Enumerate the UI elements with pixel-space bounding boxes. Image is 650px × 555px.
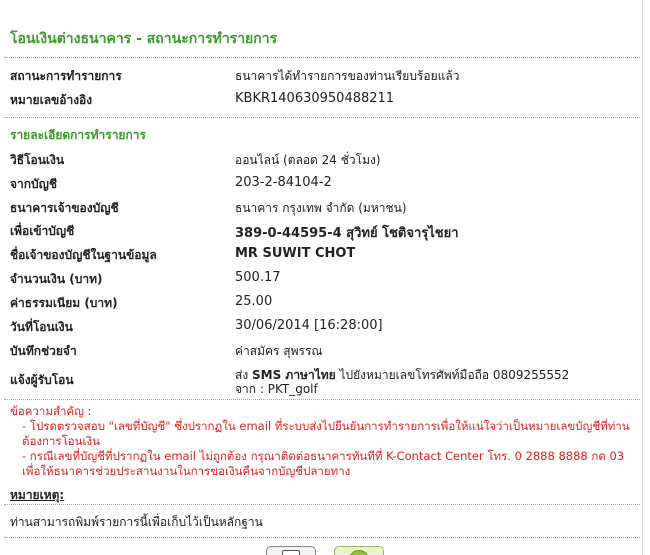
reference-row: หมายเลขอ้างอิง KBKR140630950488211: [10, 91, 640, 111]
detail-row-memo: บันทึกช่วยจำ ค่าสมัคร สุพรรณ: [10, 342, 640, 362]
notice-item-text: - โปรดตรวจสอบ "เลขที่บัญชี" ซึ่งปรากฏใน …: [22, 419, 630, 448]
status-value: ธนาคารได้ทำรายการของท่านเรียบร้อยแล้ว: [235, 69, 460, 83]
detail-label: ค่าธรรมเนียม (บาท): [10, 296, 118, 310]
notify-line-2: จาก : PKT_golf: [235, 382, 318, 396]
detail-row-fee: ค่าธรรมเนียม (บาท) 25.00: [10, 294, 640, 314]
detail-row-notify: แจ้งผู้รับโอน ส่ง SMS ภาษาไทย ไปยังหมายเ…: [10, 366, 640, 396]
detail-row-to-account: เพื่อเข้าบัญชี 389-0-44595-4 สุวิทย์ โชต…: [10, 222, 640, 242]
status-label: สถานะการทำรายการ: [10, 69, 122, 83]
reference-label: หมายเลขอ้างอิง: [10, 93, 93, 107]
divider: [4, 57, 640, 58]
detail-label: ธนาคารเจ้าของบัญชี: [10, 201, 119, 215]
detail-value: 500.17: [235, 270, 281, 285]
divider: [4, 504, 640, 505]
detail-label: ชื่อเจ้าของบัญชีในฐานข้อมูล: [10, 248, 157, 262]
notice-item-text: - กรณีเลขที่บัญชีที่ปรากฏใน email ไม่ถูก…: [22, 449, 625, 478]
notify-phone: ไปยังหมายเลขโทรศัพท์มือถือ 0809255552: [335, 368, 570, 382]
detail-row-from-account: จากบัญชี 203-2-84104-2: [10, 175, 640, 195]
detail-row-amount: จำนวนเงิน (บาท) 500.17: [10, 270, 640, 290]
remark-title: หมายเหตุ:: [10, 488, 65, 502]
detail-value: 25.00: [235, 294, 273, 309]
divider: [4, 399, 640, 400]
detail-value: ธนาคาร กรุงเทพ จำกัด (มหาชน): [235, 201, 407, 215]
notice-title: ข้อความสำคัญ :: [10, 404, 92, 418]
confirm-button[interactable]: [334, 546, 384, 555]
detail-label: บันทึกช่วยจำ: [10, 344, 77, 358]
page-title: โอนเงินต่างธนาคาร - สถานะการทำรายการ: [10, 31, 278, 47]
detail-label: แจ้งผู้รับโอน: [10, 373, 74, 387]
detail-row-date: วันที่โอนเงิน 30/06/2014 [16:28:00]: [10, 318, 640, 338]
divider: [4, 117, 640, 118]
detail-value: ค่าสมัคร สุพรรณ: [235, 344, 323, 358]
detail-value: 30/06/2014 [16:28:00]: [235, 318, 383, 333]
detail-label: วิธีโอนเงิน: [10, 153, 65, 167]
important-notice: ข้อความสำคัญ : - โปรดตรวจสอบ "เลขที่บัญช…: [10, 404, 638, 479]
remark-text: ท่านสามารถพิมพ์รายการนี้เพื่อเก็บไว้เป็น…: [10, 515, 263, 529]
detail-label: จำนวนเงิน (บาท): [10, 272, 103, 286]
detail-value: 389-0-44595-4 สุวิทย์ โชติจารุไชยา: [235, 226, 459, 241]
detail-label: วันที่โอนเงิน: [10, 320, 73, 334]
reference-value: KBKR140630950488211: [235, 91, 395, 106]
divider: [4, 537, 640, 538]
detail-row-account-owner: ชื่อเจ้าของบัญชีในฐานข้อมูล MR SUWIT CHO…: [10, 246, 640, 266]
notice-item: - โปรดตรวจสอบ "เลขที่บัญชี" ซึ่งปรากฏใน …: [10, 419, 638, 449]
detail-row-method: วิธีโอนเงิน ออนไลน์ (ตลอด 24 ชั่วโมง): [10, 151, 640, 171]
print-button[interactable]: [266, 546, 316, 555]
detail-value: MR SUWIT CHOT: [235, 246, 356, 261]
detail-value: ออนไลน์ (ตลอด 24 ชั่วโมง): [235, 153, 381, 167]
detail-value: 203-2-84104-2: [235, 175, 332, 190]
ok-icon: [350, 550, 368, 555]
detail-label: เพื่อเข้าบัญชี: [10, 224, 75, 238]
status-row: สถานะการทำรายการ ธนาคารได้ทำรายการของท่า…: [10, 67, 640, 87]
detail-row-bank: ธนาคารเจ้าของบัญชี ธนาคาร กรุงเทพ จำกัด …: [10, 199, 640, 219]
details-section-title: รายละเอียดการทำรายการ: [10, 128, 146, 142]
print-icon: [282, 550, 300, 555]
notice-item: - กรณีเลขที่บัญชีที่ปรากฏใน email ไม่ถูก…: [10, 449, 638, 479]
detail-label: จากบัญชี: [10, 177, 58, 191]
